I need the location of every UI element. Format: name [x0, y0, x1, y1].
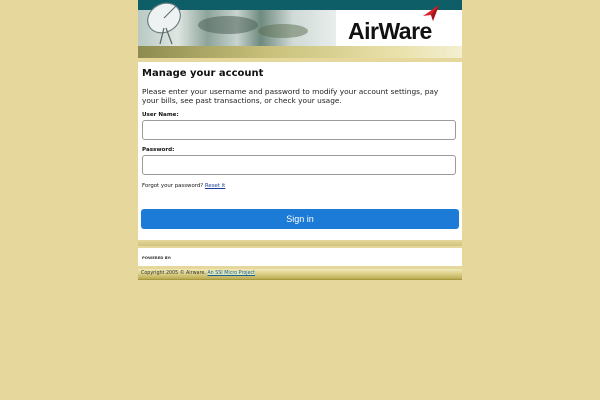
footer-bar: Copyright 2005 © Airware. An SSI Micro P… [138, 269, 462, 280]
airware-logo: AirWare [348, 18, 432, 44]
login-panel: Manage your account Please enter your us… [138, 62, 462, 240]
logo-arrow-icon [423, 5, 439, 21]
password-input[interactable] [142, 155, 456, 175]
banner-landscape [198, 16, 258, 34]
intro-text: Please enter your username and password … [142, 87, 439, 105]
password-label: Password: [142, 147, 175, 153]
page-title: Manage your account [142, 68, 264, 79]
satellite-dish-icon [147, 2, 181, 45]
powered-by-box: POWERED BY: [138, 248, 462, 266]
header-banner: AirWare [138, 0, 462, 58]
signin-button[interactable]: Sign in [141, 209, 459, 229]
username-label: User Name: [142, 112, 179, 118]
page-container: AirWare Manage your account Please enter… [138, 0, 462, 280]
reset-password-link[interactable]: Reset it [205, 183, 225, 189]
banner-landscape-2 [258, 24, 308, 38]
copyright-text: Copyright 2005 © Airware. [141, 271, 206, 276]
username-input[interactable] [142, 120, 456, 140]
forgot-password-label: Forgot your password? [142, 183, 204, 189]
ssi-micro-link[interactable]: An SSI Micro Project [207, 271, 256, 276]
panel-divider [138, 240, 462, 246]
forgot-password-text: Forgot your password? Reset it [142, 183, 225, 189]
banner-gold-band [138, 46, 462, 58]
powered-by-label: POWERED BY: [142, 255, 172, 260]
footer-text: Copyright 2005 © Airware. An SSI Micro P… [141, 271, 256, 276]
